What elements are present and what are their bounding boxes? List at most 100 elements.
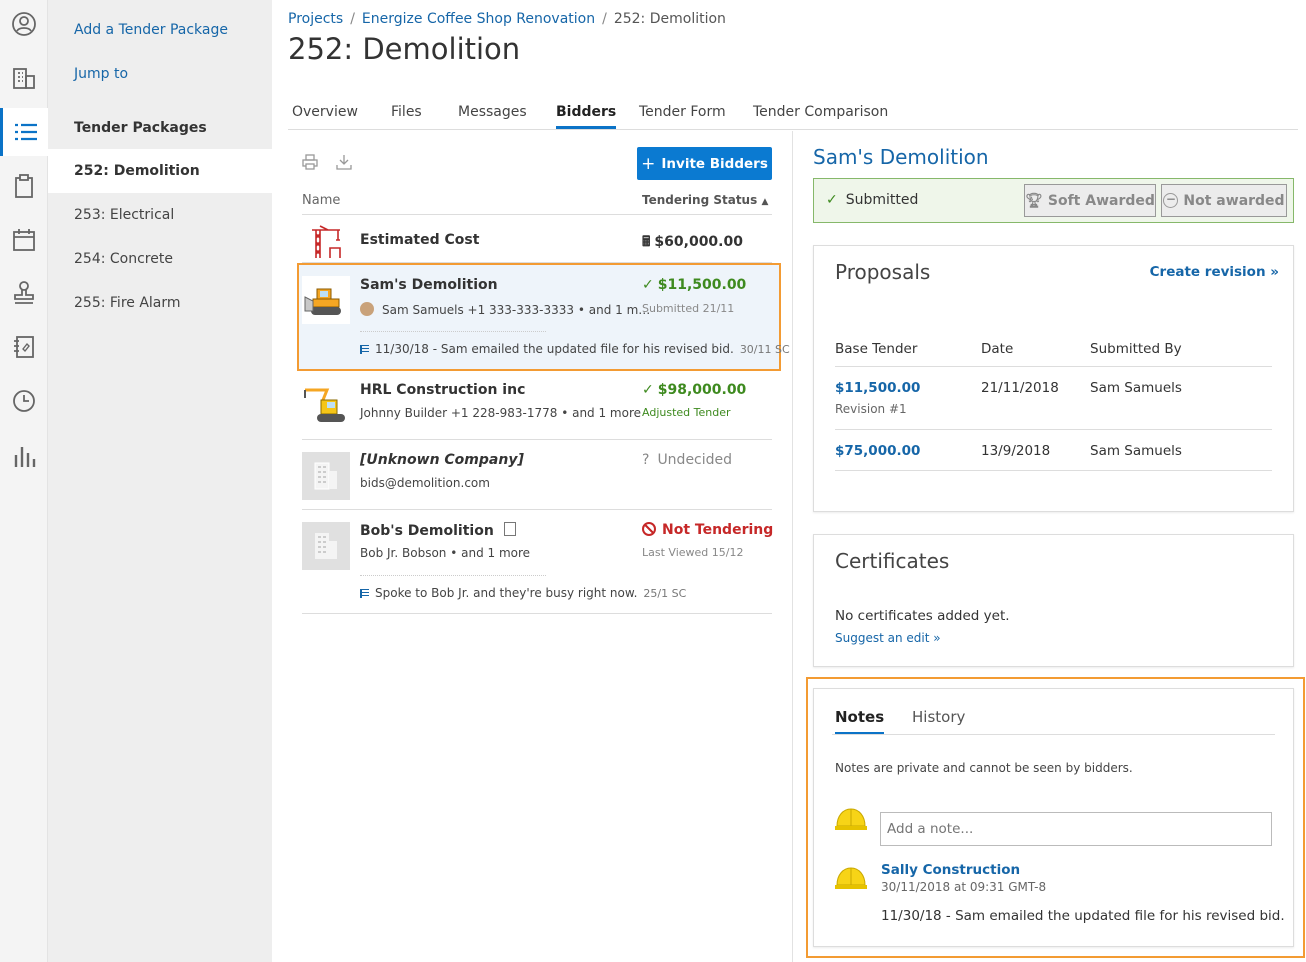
building-icon[interactable] — [0, 56, 48, 100]
bar-chart-icon[interactable] — [0, 434, 48, 478]
bidder-status: Not Tendering — [642, 522, 773, 538]
selected-bidder-title: Sam's Demolition — [813, 145, 989, 169]
soft-awarded-button[interactable]: 🏆︎ Soft Awarded — [1024, 184, 1156, 217]
bidder-status: ✓ $11,500.00 — [642, 277, 747, 293]
submitted-status[interactable]: ✓ Submitted — [826, 192, 918, 208]
bidder-name[interactable]: Sam's Demolition — [360, 277, 498, 293]
plus-icon: + — [641, 153, 656, 174]
column-header-date: Date — [981, 341, 1014, 357]
bidder-contact: Johnny Builder +1 228-983-1778 • and 1 m… — [360, 406, 642, 420]
notebook-icon[interactable] — [0, 325, 48, 369]
company-placeholder-icon — [302, 452, 350, 500]
document-certificate-icon — [503, 522, 516, 536]
breadcrumb: Projects / Energize Coffee Shop Renovation… — [288, 11, 726, 27]
sort-asc-icon: ▲ — [761, 197, 769, 207]
create-revision-link[interactable]: Create revision » — [1150, 264, 1279, 280]
proposal-date: 21/11/2018 — [981, 380, 1059, 396]
tender-packages-nav: Add a Tender Package Jump to Tender Pack… — [48, 0, 272, 962]
clock-icon[interactable] — [0, 379, 48, 423]
contact-avatar-icon — [360, 302, 374, 316]
certificates-title: Certificates — [835, 549, 950, 573]
bidder-status: ? Undecided — [642, 452, 733, 468]
divider — [835, 366, 1272, 367]
invite-bidders-button[interactable]: + Invite Bidders — [637, 147, 772, 180]
breadcrumb-current: 252: Demolition — [613, 11, 726, 27]
tab-tender-form[interactable]: Tender Form — [639, 104, 726, 126]
proposals-card: Proposals Create revision » Base Tender … — [813, 245, 1294, 512]
calculator-icon: 🖩 — [642, 234, 651, 250]
nav-item-253[interactable]: 253: Electrical — [48, 193, 272, 237]
award-status-bar: ✓ Submitted 🏆︎ Soft Awarded − Not awarded — [813, 178, 1294, 223]
estimated-cost-label: Estimated Cost — [360, 232, 480, 248]
divider — [302, 509, 772, 510]
bidder-name[interactable]: HRL Construction inc — [360, 382, 525, 398]
column-header-submitted-by: Submitted By — [1090, 341, 1182, 357]
proposal-submitted-by: Sam Samuels — [1090, 443, 1182, 459]
download-icon[interactable] — [336, 154, 352, 174]
tab-bidders[interactable]: Bidders — [556, 104, 617, 129]
question-icon: ? — [642, 452, 650, 468]
tab-messages[interactable]: Messages — [458, 104, 527, 126]
checkmark-icon: ✓ — [642, 382, 654, 398]
breadcrumb-projects[interactable]: Projects — [288, 11, 343, 27]
nav-item-255[interactable]: 255: Fire Alarm — [48, 281, 272, 325]
tab-overview[interactable]: Overview — [292, 104, 358, 126]
proposal-revision: Revision #1 — [835, 402, 907, 416]
divider — [302, 214, 772, 215]
tab-files[interactable]: Files — [391, 104, 422, 126]
list-icon[interactable] — [0, 108, 48, 156]
suggest-edit-link[interactable]: Suggest an edit » — [835, 631, 941, 645]
company-placeholder-icon — [302, 522, 350, 570]
column-header-name[interactable]: Name — [302, 193, 340, 208]
nav-item-252[interactable]: 252: Demolition — [48, 149, 272, 193]
checkmark-icon: ✓ — [642, 277, 654, 293]
proposal-date: 13/9/2018 — [981, 443, 1051, 459]
clipboard-icon[interactable] — [0, 164, 48, 208]
column-header-base-tender: Base Tender — [835, 341, 918, 357]
tab-bar: Overview Files Messages Bidders Tender F… — [288, 100, 1298, 130]
tab-tender-comparison[interactable]: Tender Comparison — [753, 104, 888, 126]
proposal-amount[interactable]: $75,000.00 — [835, 443, 920, 459]
bidder-substatus: Submitted 21/11 — [642, 302, 735, 315]
divider — [302, 439, 772, 440]
bidder-contact: Bob Jr. Bobson • and 1 more — [360, 546, 531, 560]
divider — [302, 613, 772, 614]
bidder-substatus: Last Viewed 15/12 — [642, 546, 744, 559]
bidder-name[interactable]: Bob's Demolition — [360, 522, 516, 539]
bidder-contact: Sam Samuels +1 333-333-3333 • and 1 m… — [360, 302, 650, 317]
trophy-icon: 🏆︎ — [1025, 192, 1043, 209]
estimated-cost-value: 🖩 $60,000.00 — [642, 234, 743, 250]
nav-section-title: Tender Packages — [74, 120, 207, 136]
not-awarded-button[interactable]: − Not awarded — [1161, 184, 1287, 217]
certificates-empty-text: No certificates added yet. — [835, 608, 1010, 624]
print-icon[interactable] — [302, 154, 318, 174]
minus-circle-icon: − — [1163, 193, 1179, 208]
column-header-status[interactable]: Tendering Status ▲ — [642, 193, 768, 207]
note-icon — [360, 589, 369, 598]
app-icon-bar — [0, 0, 48, 962]
proposals-title: Proposals — [835, 260, 931, 284]
calendar-icon[interactable] — [0, 218, 48, 262]
bidder-contact: bids@demolition.com — [360, 476, 490, 490]
proposal-submitted-by: Sam Samuels — [1090, 380, 1182, 396]
checkmark-icon: ✓ — [826, 192, 838, 208]
divider — [360, 331, 546, 332]
proposal-amount[interactable]: $11,500.00 — [835, 380, 920, 396]
bidder-note: Spoke to Bob Jr. and they're busy right … — [360, 586, 686, 600]
divider — [360, 575, 546, 576]
bidder-status: ✓ $98,000.00 — [642, 382, 747, 398]
divider — [835, 429, 1272, 430]
invite-bidders-label: Invite Bidders — [661, 155, 768, 172]
bidder-name[interactable]: [Unknown Company] — [360, 452, 524, 468]
jump-to-link[interactable]: Jump to — [74, 66, 128, 82]
panel-divider — [792, 131, 793, 962]
certificates-card: Certificates No certificates added yet. … — [813, 534, 1294, 667]
bidder-substatus: Adjusted Tender — [642, 406, 731, 419]
stamp-icon[interactable] — [0, 271, 48, 315]
page-title: 252: Demolition — [288, 32, 521, 66]
user-icon[interactable] — [0, 2, 48, 46]
breadcrumb-project[interactable]: Energize Coffee Shop Renovation — [362, 11, 595, 27]
add-tender-package-link[interactable]: Add a Tender Package — [74, 22, 228, 38]
nav-item-254[interactable]: 254: Concrete — [48, 237, 272, 281]
bidder-note: 11/30/18 - Sam emailed the updated file … — [360, 342, 790, 356]
